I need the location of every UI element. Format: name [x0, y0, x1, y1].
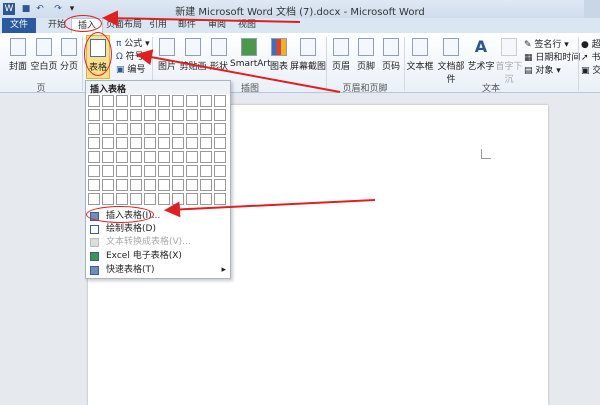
arrow-to-symbol — [136, 49, 341, 93]
arrow-to-insert-table — [164, 199, 376, 218]
annotation-arrows — [102, 10, 376, 218]
arrow-to-insert-tab — [102, 10, 301, 27]
